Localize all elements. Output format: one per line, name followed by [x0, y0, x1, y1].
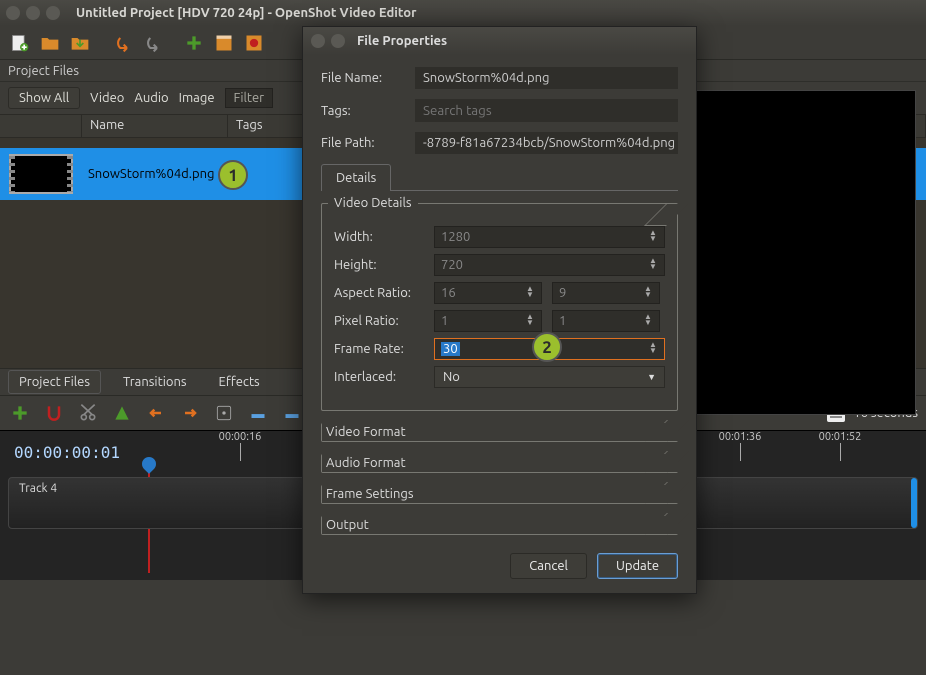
column-thumbnail[interactable] [0, 115, 82, 137]
window-titlebar: Untitled Project [HDV 720 24p] - OpenSho… [0, 0, 926, 26]
filter-audio[interactable]: Audio [134, 91, 168, 105]
video-details-group: Video Details Width: 1280▲▼ Height: 720▲… [321, 203, 678, 411]
open-project-icon[interactable] [38, 31, 62, 55]
minimize-icon[interactable] [26, 6, 40, 20]
film-thumbnail-icon [9, 154, 73, 194]
file-name-value[interactable]: SnowStorm%04d.png [415, 67, 678, 89]
height-stepper[interactable]: 720▲▼ [434, 254, 665, 276]
tab-effects[interactable]: Effects [209, 371, 270, 393]
close-icon[interactable] [6, 6, 20, 20]
tags-label: Tags: [321, 104, 415, 118]
decrement-icon: ▼ [648, 237, 658, 243]
tags-input[interactable] [415, 99, 678, 122]
filter-input[interactable]: Filter [225, 88, 274, 108]
frame-rate-label: Frame Rate: [334, 342, 434, 356]
import-icon[interactable] [182, 31, 206, 55]
maximize-icon[interactable] [46, 6, 60, 20]
file-properties-dialog: File Properties File Name: SnowStorm%04d… [302, 26, 697, 594]
aspect-a-stepper[interactable]: 16▲▼ [434, 282, 542, 304]
undo-icon[interactable] [110, 31, 134, 55]
column-name[interactable]: Name [82, 115, 228, 137]
file-name-label: File Name: [321, 71, 415, 85]
update-button[interactable]: Update [597, 553, 678, 579]
tick-label: 00:01:52 [819, 431, 862, 443]
window-title: Untitled Project [HDV 720 24p] - OpenSho… [76, 6, 416, 20]
tick-label: 00:00:16 [219, 431, 262, 443]
snap-icon[interactable] [42, 401, 66, 425]
tab-transitions[interactable]: Transitions [113, 371, 197, 393]
pixel-ratio-label: Pixel Ratio: [334, 314, 434, 328]
file-path-value[interactable]: -8789-f81a67234bcb/SnowStorm%04d.png [415, 132, 678, 154]
razor-icon[interactable] [76, 401, 100, 425]
fullscreen-icon[interactable] [242, 31, 266, 55]
interlaced-label: Interlaced: [334, 370, 434, 384]
aspect-b-stepper[interactable]: 9▲▼ [552, 282, 660, 304]
file-path-label: File Path: [321, 136, 415, 150]
row-name: SnowStorm%04d.png [82, 167, 228, 181]
audio-format-group[interactable]: Audio Format [321, 454, 678, 473]
track-end-handle[interactable] [911, 478, 917, 528]
chevron-down-icon: ▼ [647, 372, 656, 382]
aspect-ratio-label: Aspect Ratio: [334, 286, 434, 300]
pixel-a-stepper[interactable]: 1▲▼ [434, 310, 542, 332]
zoom-out-icon[interactable]: ▬ [246, 401, 270, 425]
filter-image[interactable]: Image [179, 91, 215, 105]
add-track-icon[interactable] [8, 401, 32, 425]
dialog-title: File Properties [357, 34, 447, 48]
zoom-in-icon[interactable]: ▬ [280, 401, 304, 425]
video-preview[interactable] [691, 90, 916, 415]
width-stepper[interactable]: 1280▲▼ [434, 226, 665, 248]
dialog-titlebar[interactable]: File Properties [303, 27, 696, 55]
dialog-close-icon[interactable] [311, 34, 325, 48]
interlaced-select[interactable]: No▼ [434, 366, 665, 388]
width-label: Width: [334, 230, 434, 244]
next-marker-icon[interactable] [178, 401, 202, 425]
dialog-minimize-icon[interactable] [331, 34, 345, 48]
tab-details[interactable]: Details [321, 164, 391, 191]
center-playhead-icon[interactable] [212, 401, 236, 425]
prev-marker-icon[interactable] [144, 401, 168, 425]
save-project-icon[interactable] [68, 31, 92, 55]
callout-2: 2 [532, 332, 562, 362]
frame-settings-group[interactable]: Frame Settings [321, 485, 678, 504]
filter-video[interactable]: Video [90, 91, 124, 105]
cancel-button[interactable]: Cancel [510, 553, 587, 579]
height-label: Height: [334, 258, 434, 272]
profile-icon[interactable] [212, 31, 236, 55]
track-label: Track 4 [19, 482, 57, 495]
output-group[interactable]: Output [321, 516, 678, 535]
new-project-icon[interactable] [8, 31, 32, 55]
marker-icon[interactable] [110, 401, 134, 425]
video-format-group[interactable]: Video Format [321, 423, 678, 442]
callout-1: 1 [218, 160, 248, 190]
pixel-b-stepper[interactable]: 1▲▼ [552, 310, 660, 332]
show-all-button[interactable]: Show All [8, 87, 80, 109]
video-details-heading: Video Details [328, 196, 418, 210]
redo-icon[interactable] [140, 31, 164, 55]
tab-project-files[interactable]: Project Files [8, 370, 101, 394]
playhead-timecode: 00:00:00:01 [14, 443, 120, 462]
tick-label: 00:01:36 [719, 431, 762, 443]
properties-tabs: Details [321, 164, 678, 191]
